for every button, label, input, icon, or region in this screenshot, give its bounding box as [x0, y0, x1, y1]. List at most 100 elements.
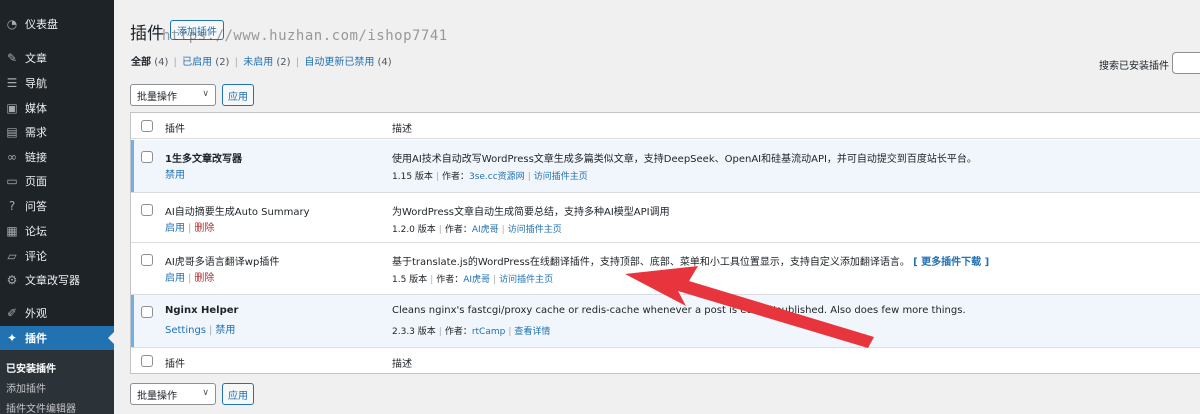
filter-separator: | — [173, 57, 177, 68]
menu-item-appearance[interactable]: ✐ 外观 — [0, 301, 114, 325]
plugin-meta: 1.5 版本 | 作者：AI虎哥 | 访问插件主页 — [392, 275, 554, 285]
submenu-add-plugin[interactable]: 添加插件 — [6, 380, 46, 395]
bulk-action-select-bottom[interactable]: 批量操作 ∨ — [130, 383, 216, 405]
row-actions: 启用 | 删除 — [165, 223, 215, 234]
brush-icon: ✐ — [6, 306, 18, 320]
status-filters: 全部 (4) | 已启用 (2) | 未启用 (2) | 自动更新已禁用 (4) — [131, 53, 392, 68]
filter-inactive-count: (2) — [276, 57, 291, 68]
row-actions: 禁用 — [165, 166, 185, 181]
more-plugins-link[interactable]: [ 更多插件下载 ] — [913, 257, 989, 268]
author-link[interactable]: 3se.cc资源网 — [469, 172, 525, 182]
watermark-text: https://www.huzhan.com/ishop7741 — [162, 28, 448, 44]
plugin-homepage-link[interactable]: 访问插件主页 — [508, 225, 562, 235]
author-link[interactable]: AI虎哥 — [472, 225, 499, 235]
author-link[interactable]: rtCamp — [472, 327, 506, 337]
select-all-checkbox-footer[interactable] — [141, 355, 153, 367]
filter-all[interactable]: 全部 — [131, 57, 151, 68]
column-plugin-footer: 插件 — [165, 359, 185, 370]
main-content: 插件 添加插件 全部 (4) | 已启用 (2) | 未启用 (2) | 自动更… — [114, 0, 1200, 414]
question-icon: ? — [8, 199, 16, 213]
menu-item-links[interactable]: ∞ 链接 — [0, 145, 114, 169]
filter-active-count: (2) — [215, 57, 230, 68]
row-checkbox[interactable] — [141, 254, 153, 266]
table-row: AI自动摘要生成Auto Summary 启用 | 删除 为WordPress文章自… — [131, 193, 1200, 243]
row-checkbox[interactable] — [141, 306, 153, 318]
column-desc-footer: 描述 — [392, 359, 412, 370]
deactivate-link[interactable]: 禁用 — [165, 170, 185, 181]
plugin-icon: ✦ — [6, 331, 18, 345]
table-header: 插件 描述 — [131, 113, 1200, 139]
pushpin-icon: ✎ — [6, 51, 18, 65]
activate-link[interactable]: 启用 — [165, 273, 185, 284]
plugin-name: 1生多文章改写器 — [165, 154, 242, 165]
menu-item-pages[interactable]: ▭ 页面 — [0, 169, 114, 193]
table-row: 1生多文章改写器 禁用 使用AI技术自动改写WordPress文章生成多篇类似文… — [131, 140, 1200, 193]
plugin-name: AI虎哥多语言翻译wp插件 — [165, 257, 280, 268]
menu-item-qa[interactable]: ? 问答 — [0, 194, 114, 218]
column-desc-header: 描述 — [392, 124, 412, 135]
delete-link[interactable]: 删除 — [194, 223, 214, 234]
menu-item-demand[interactable]: ▤ 需求 — [0, 120, 114, 144]
apply-button-top[interactable]: 应用 — [222, 84, 254, 106]
edit-icon: ▤ — [6, 125, 18, 139]
plugin-description: 基于translate.js的WordPress在线翻译插件，支持顶部、底部、菜… — [392, 257, 990, 268]
row-checkbox[interactable] — [141, 204, 153, 216]
link-icon: ∞ — [7, 150, 17, 164]
menu-item-posts[interactable]: ✎ 文章 — [0, 46, 114, 70]
plugin-meta: 1.15 版本 | 作者：3se.cc资源网 | 访问插件主页 — [392, 172, 588, 182]
plugin-homepage-link[interactable]: 访问插件主页 — [534, 172, 588, 182]
filter-all-count: (4) — [154, 57, 169, 68]
plugin-meta: 2.3.3 版本 | 作者：rtCamp | 查看详情 — [392, 327, 551, 337]
row-checkbox[interactable] — [141, 151, 153, 163]
filter-inactive[interactable]: 未启用 — [243, 57, 273, 68]
chevron-down-icon: ∨ — [202, 388, 209, 398]
bulk-action-select-top[interactable]: 批量操作 ∨ — [130, 84, 216, 106]
filter-separator: | — [295, 57, 300, 68]
plugin-homepage-link[interactable]: 访问插件主页 — [499, 275, 553, 285]
table-footer: 插件 描述 — [131, 348, 1200, 373]
forum-icon: ▦ — [6, 224, 18, 238]
media-icon: ▣ — [6, 101, 18, 115]
menu-item-forum[interactable]: ▦ 论坛 — [0, 219, 114, 243]
chevron-down-icon: ∨ — [202, 89, 209, 99]
dashboard-icon: ◔ — [6, 17, 18, 31]
deactivate-link[interactable]: 禁用 — [215, 325, 235, 336]
menu-item-nav[interactable]: ☰ 导航 — [0, 71, 114, 95]
table-row: Nginx Helper Settings | 禁用 Cleans nginx's … — [131, 295, 1200, 348]
plugin-name: Nginx Helper — [165, 305, 239, 316]
filter-autoupdate-count: (4) — [377, 57, 392, 68]
rewrite-icon: ⚙ — [6, 273, 18, 287]
row-actions: Settings | 禁用 — [165, 325, 236, 336]
list-icon: ☰ — [6, 76, 18, 90]
settings-link[interactable]: Settings — [165, 325, 206, 336]
filter-separator: | — [234, 57, 239, 68]
select-all-checkbox[interactable] — [141, 120, 153, 132]
search-input[interactable] — [1172, 52, 1200, 74]
apply-button-bottom[interactable]: 应用 — [222, 383, 254, 405]
menu-item-dashboard[interactable]: ◔ 仪表盘 — [0, 12, 114, 36]
submenu-plugin-editor[interactable]: 插件文件编辑器 — [6, 400, 76, 414]
menu-item-rewriter[interactable]: ⚙ 文章改写器 — [0, 268, 114, 292]
page-icon: ▭ — [6, 174, 18, 188]
author-link[interactable]: AI虎哥 — [463, 275, 490, 285]
comment-icon: ▱ — [7, 249, 17, 263]
plugin-description: 使用AI技术自动改写WordPress文章生成多篇类似文章，支持DeepSeek… — [392, 154, 977, 165]
row-actions: 启用 | 删除 — [165, 273, 215, 284]
search-label: 搜索已安装插件 — [1099, 61, 1169, 72]
menu-item-plugins[interactable]: ✦ 插件 — [0, 326, 114, 350]
filter-autoupdate-disabled[interactable]: 自动更新已禁用 — [304, 57, 374, 68]
activate-link[interactable]: 启用 — [165, 223, 185, 234]
delete-link[interactable]: 删除 — [194, 273, 214, 284]
plugins-submenu: 已安装插件 添加插件 插件文件编辑器 — [0, 350, 114, 414]
menu-item-comments[interactable]: ▱ 评论 — [0, 244, 114, 268]
table-row: AI虎哥多语言翻译wp插件 启用 | 删除 基于translate.js的WordP… — [131, 243, 1200, 295]
filter-active[interactable]: 已启用 — [182, 57, 212, 68]
page-title: 插件 — [130, 24, 164, 44]
plugin-meta: 1.2.0 版本 | 作者：AI虎哥 | 访问插件主页 — [392, 225, 562, 235]
submenu-installed-plugins[interactable]: 已安装插件 — [6, 360, 56, 375]
view-details-link[interactable]: 查看详情 — [514, 327, 550, 337]
column-plugin-header: 插件 — [165, 124, 185, 135]
plugin-name: AI自动摘要生成Auto Summary — [165, 207, 310, 218]
plugin-description: 为WordPress文章自动生成简要总结，支持多种AI模型API调用 — [392, 207, 670, 218]
menu-item-media[interactable]: ▣ 媒体 — [0, 96, 114, 120]
